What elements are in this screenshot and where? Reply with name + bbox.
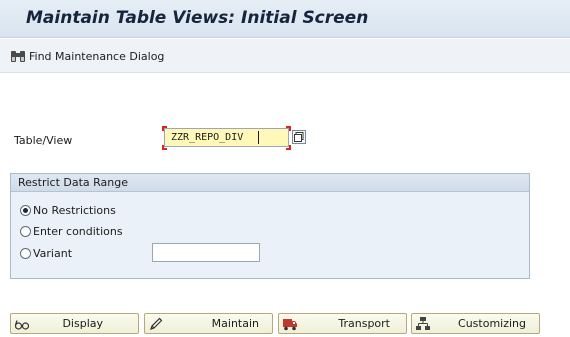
required-marker (162, 145, 167, 150)
radio-no-restrictions[interactable]: No Restrictions (20, 202, 116, 218)
action-button-row: Display Maintain Transport Customizing (10, 313, 540, 334)
display-button[interactable]: Display (10, 313, 139, 334)
restrict-data-range-group: Restrict Data Range No Restrictions Ente… (10, 173, 530, 279)
table-view-label: Table/View (14, 134, 73, 147)
radio-variant-label: Variant (33, 246, 73, 260)
radio-unselected-icon[interactable] (20, 225, 31, 237)
radio-no-restrictions-label: No Restrictions (33, 203, 116, 217)
table-view-input[interactable] (164, 128, 289, 147)
radio-unselected-icon[interactable] (20, 247, 31, 259)
application-toolbar: Find Maintenance Dialog (0, 39, 570, 73)
transport-button[interactable]: Transport (278, 313, 407, 334)
radio-enter-conditions[interactable]: Enter conditions (20, 223, 123, 239)
radio-selected-icon[interactable] (20, 204, 31, 216)
required-marker (162, 126, 167, 131)
customizing-button-label: Customizing (458, 317, 526, 330)
page-title: Maintain Table Views: Initial Screen (26, 8, 369, 28)
customizing-button[interactable]: Customizing (411, 313, 540, 334)
maintain-button-label: Maintain (211, 317, 259, 330)
required-marker (286, 126, 291, 131)
transport-button-label: Transport (338, 317, 390, 330)
restrict-data-range-header: Restrict Data Range (11, 174, 529, 192)
find-maintenance-dialog-label: Find Maintenance Dialog (29, 49, 165, 63)
variant-input[interactable] (152, 243, 260, 262)
maintain-button[interactable]: Maintain (144, 313, 273, 334)
radio-enter-conditions-label: Enter conditions (33, 224, 123, 238)
find-maintenance-dialog-button[interactable]: Find Maintenance Dialog (10, 47, 164, 65)
value-help-icon[interactable] (292, 130, 306, 144)
display-button-label: Display (62, 317, 103, 330)
text-cursor (258, 131, 259, 144)
binoculars-icon (11, 51, 25, 62)
required-marker (286, 145, 291, 150)
title-bar: Maintain Table Views: Initial Screen (0, 0, 570, 38)
radio-variant[interactable]: Variant (20, 245, 72, 261)
